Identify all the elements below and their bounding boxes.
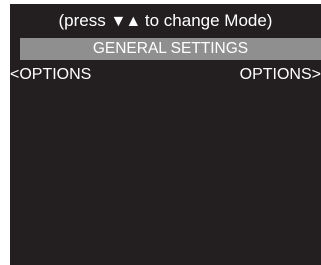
page-title-bar: GENERAL SETTINGS [20, 38, 321, 60]
up-down-arrows-icon: ▼▲ [110, 13, 141, 30]
mode-hint: (press ▼▲ to change Mode) [10, 7, 321, 35]
options-next-button[interactable]: OPTIONS> [240, 64, 321, 86]
device-screen: (press ▼▲ to change Mode) GENERAL SETTIN… [10, 4, 321, 265]
options-navigation: <OPTIONS OPTIONS> [10, 64, 321, 86]
options-previous-button[interactable]: <OPTIONS [10, 64, 91, 86]
mode-hint-prefix: (press [58, 11, 111, 30]
mode-hint-suffix: to change Mode) [140, 11, 273, 30]
page-title: GENERAL SETTINGS [92, 40, 249, 57]
